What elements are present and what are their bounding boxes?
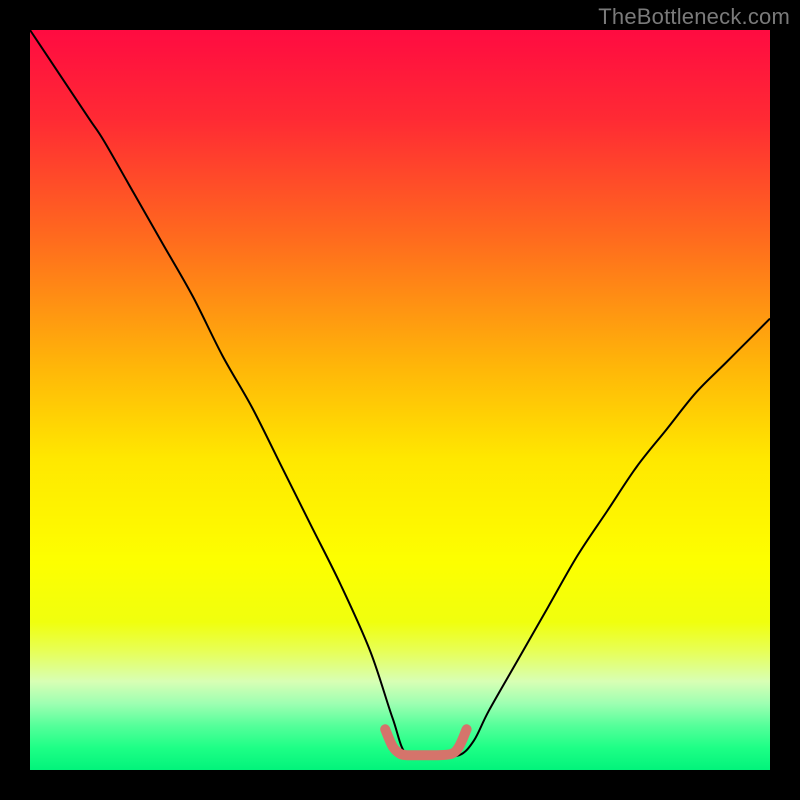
series-bottleneck-curve: [30, 30, 770, 758]
plot-area: [30, 30, 770, 770]
chart-frame: TheBottleneck.com: [0, 0, 800, 800]
chart-svg: [30, 30, 770, 770]
watermark-label: TheBottleneck.com: [598, 4, 790, 30]
